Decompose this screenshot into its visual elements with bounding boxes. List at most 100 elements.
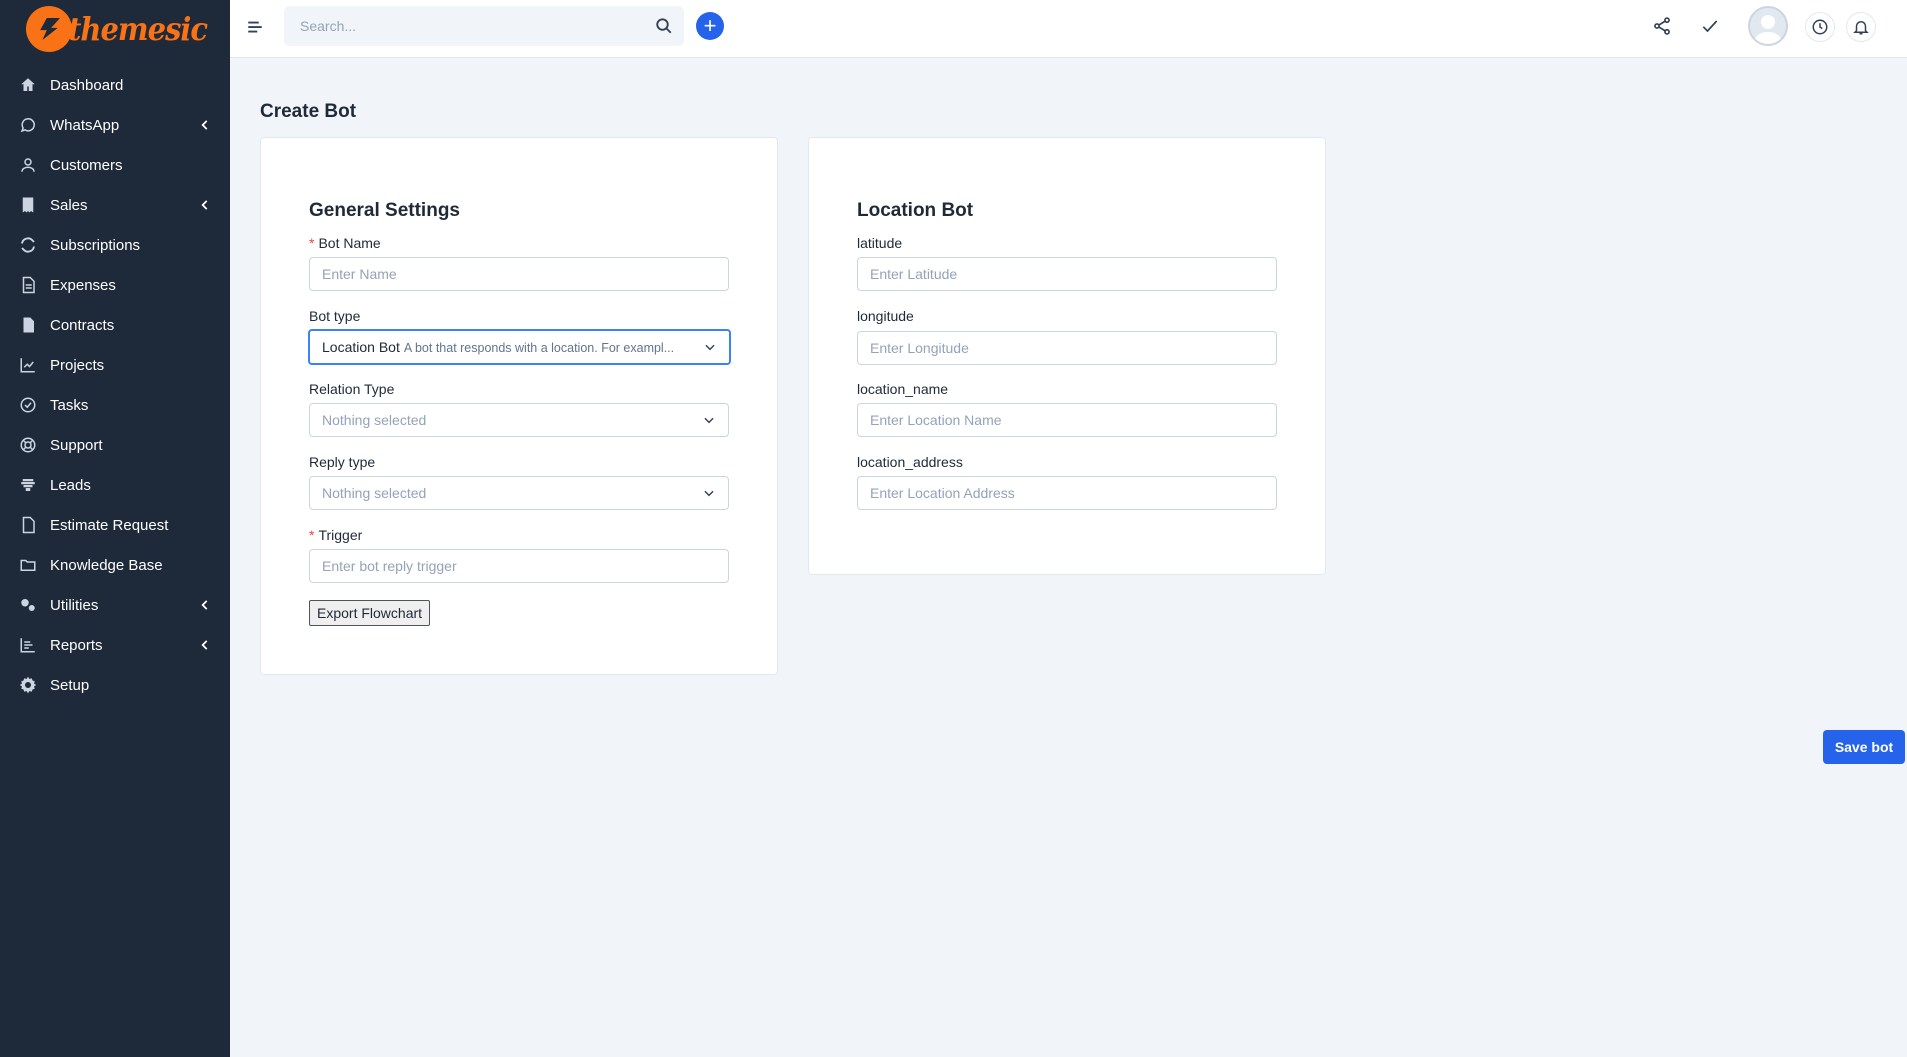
sidebar-item-label: Utilities <box>50 596 99 614</box>
bot-type-description: A bot that responds with a location. For… <box>403 341 675 355</box>
sidebar-item-label: Dashboard <box>50 76 124 94</box>
chevron-left-icon <box>201 600 208 610</box>
brand-logo[interactable]: themesic <box>0 0 230 58</box>
sidebar-item-label: Support <box>50 436 103 454</box>
folder-icon <box>18 555 38 575</box>
chevron-down-icon <box>705 344 715 351</box>
home-icon <box>18 75 38 95</box>
export-flowchart-button[interactable]: Export Flowchart <box>309 600 431 626</box>
file-icon <box>18 515 38 535</box>
chevron-down-icon <box>704 490 714 497</box>
sidebar-item-label: Projects <box>50 356 105 374</box>
sidebar-item-label: Sales <box>50 196 88 214</box>
brand-name: themesic <box>68 10 208 48</box>
sidebar-item-label: Contracts <box>50 316 115 334</box>
bell-icon <box>1853 21 1869 35</box>
sidebar-item-subscriptions[interactable]: Subscriptions <box>0 225 230 265</box>
relation-type-select[interactable]: Nothing selected <box>309 403 729 437</box>
clock-icon <box>1812 19 1828 35</box>
chevron-left-icon <box>201 200 208 210</box>
sidebar-item-reports[interactable]: Reports <box>0 625 230 665</box>
share-icon[interactable] <box>1650 14 1674 38</box>
bot-name-label: * Bot Name <box>309 235 381 251</box>
refresh-icon <box>18 235 38 255</box>
quick-create-button[interactable]: + <box>696 12 724 40</box>
search-icon[interactable] <box>644 17 684 35</box>
sidebar: themesic Dashboard WhatsApp Customers Sa… <box>0 0 230 1057</box>
latitude-field <box>857 257 1277 291</box>
sidebar-item-customers[interactable]: Customers <box>0 145 230 185</box>
lifebuoy-icon <box>18 435 38 455</box>
sidebar-item-label: Setup <box>50 676 90 694</box>
sidebar-item-label: WhatsApp <box>50 116 120 134</box>
check-circle-icon <box>18 395 38 415</box>
plus-icon: + <box>703 13 717 38</box>
general-settings-card: General Settings *Bot Name Bot type Loca… <box>260 137 778 675</box>
bot-type-select[interactable]: Location Bot A bot that responds with a l… <box>308 329 731 365</box>
bot-name-input[interactable] <box>322 266 728 282</box>
bot-name-field <box>309 257 729 291</box>
sidebar-item-setup[interactable]: Setup <box>0 665 230 705</box>
timer-button[interactable] <box>1805 12 1835 42</box>
avatar[interactable] <box>1748 6 1788 46</box>
location-bot-card: Location Bot latitude longitude location… <box>808 137 1326 575</box>
sidebar-item-dashboard[interactable]: Dashboard <box>0 65 230 105</box>
location-address-field <box>857 476 1277 510</box>
search-input[interactable] <box>300 18 644 34</box>
leads-icon <box>18 475 38 495</box>
sidebar-item-estimate-request[interactable]: Estimate Request <box>0 505 230 545</box>
menu-toggle-icon[interactable] <box>246 18 264 36</box>
sidebar-item-label: Reports <box>50 636 103 654</box>
relation-type-value: Nothing selected <box>322 412 427 428</box>
sidebar-item-label: Expenses <box>50 276 116 294</box>
checkmark-icon[interactable] <box>1698 14 1722 38</box>
required-marker: * <box>309 527 315 543</box>
trigger-input[interactable] <box>322 558 728 574</box>
general-settings-heading: General Settings <box>309 200 460 221</box>
sidebar-item-label: Tasks <box>50 396 89 414</box>
longitude-label: longitude <box>857 308 914 324</box>
sidebar-item-contracts[interactable]: Contracts <box>0 305 230 345</box>
notifications-button[interactable] <box>1846 12 1876 42</box>
page-title: Create Bot <box>260 101 357 122</box>
sidebar-item-leads[interactable]: Leads <box>0 465 230 505</box>
location-name-label: location_name <box>857 381 949 397</box>
longitude-field <box>857 331 1277 365</box>
chevron-down-icon <box>704 417 714 424</box>
sidebar-item-label: Estimate Request <box>50 516 169 534</box>
reply-type-select[interactable]: Nothing selected <box>309 476 729 510</box>
user-icon <box>18 155 38 175</box>
sidebar-item-utilities[interactable]: Utilities <box>0 585 230 625</box>
location-name-field <box>857 403 1277 437</box>
latitude-input[interactable] <box>870 266 1276 282</box>
receipt-icon <box>18 195 38 215</box>
sidebar-item-support[interactable]: Support <box>0 425 230 465</box>
location-bot-heading: Location Bot <box>857 200 974 221</box>
longitude-input[interactable] <box>870 340 1276 356</box>
sidebar-item-label: Leads <box>50 476 91 494</box>
bot-type-value: Location Bot <box>322 339 400 355</box>
sidebar-item-tasks[interactable]: Tasks <box>0 385 230 425</box>
trigger-label-text: Trigger <box>318 527 363 543</box>
trigger-field <box>309 549 729 583</box>
chart-icon <box>18 355 38 375</box>
sidebar-item-knowledge-base[interactable]: Knowledge Base <box>0 545 230 585</box>
bar-chart-icon <box>18 635 38 655</box>
whatsapp-icon <box>18 115 38 135</box>
trigger-label: * Trigger <box>309 527 362 543</box>
location-name-input[interactable] <box>870 412 1276 428</box>
sidebar-item-projects[interactable]: Projects <box>0 345 230 385</box>
save-bot-button[interactable]: Save bot <box>1823 730 1905 764</box>
relation-type-label: Relation Type <box>309 381 395 397</box>
bot-name-label-text: Bot Name <box>318 235 381 251</box>
sidebar-item-whatsapp[interactable]: WhatsApp <box>0 105 230 145</box>
reply-type-value: Nothing selected <box>322 485 427 501</box>
sidebar-item-sales[interactable]: Sales <box>0 185 230 225</box>
top-header: + <box>230 0 1907 58</box>
chevron-left-icon <box>201 640 208 650</box>
sidebar-item-label: Knowledge Base <box>50 556 163 574</box>
required-marker: * <box>309 235 315 251</box>
sidebar-item-expenses[interactable]: Expenses <box>0 265 230 305</box>
sidebar-nav: Dashboard WhatsApp Customers Sales Subsc… <box>0 65 230 705</box>
location-address-input[interactable] <box>870 485 1276 501</box>
